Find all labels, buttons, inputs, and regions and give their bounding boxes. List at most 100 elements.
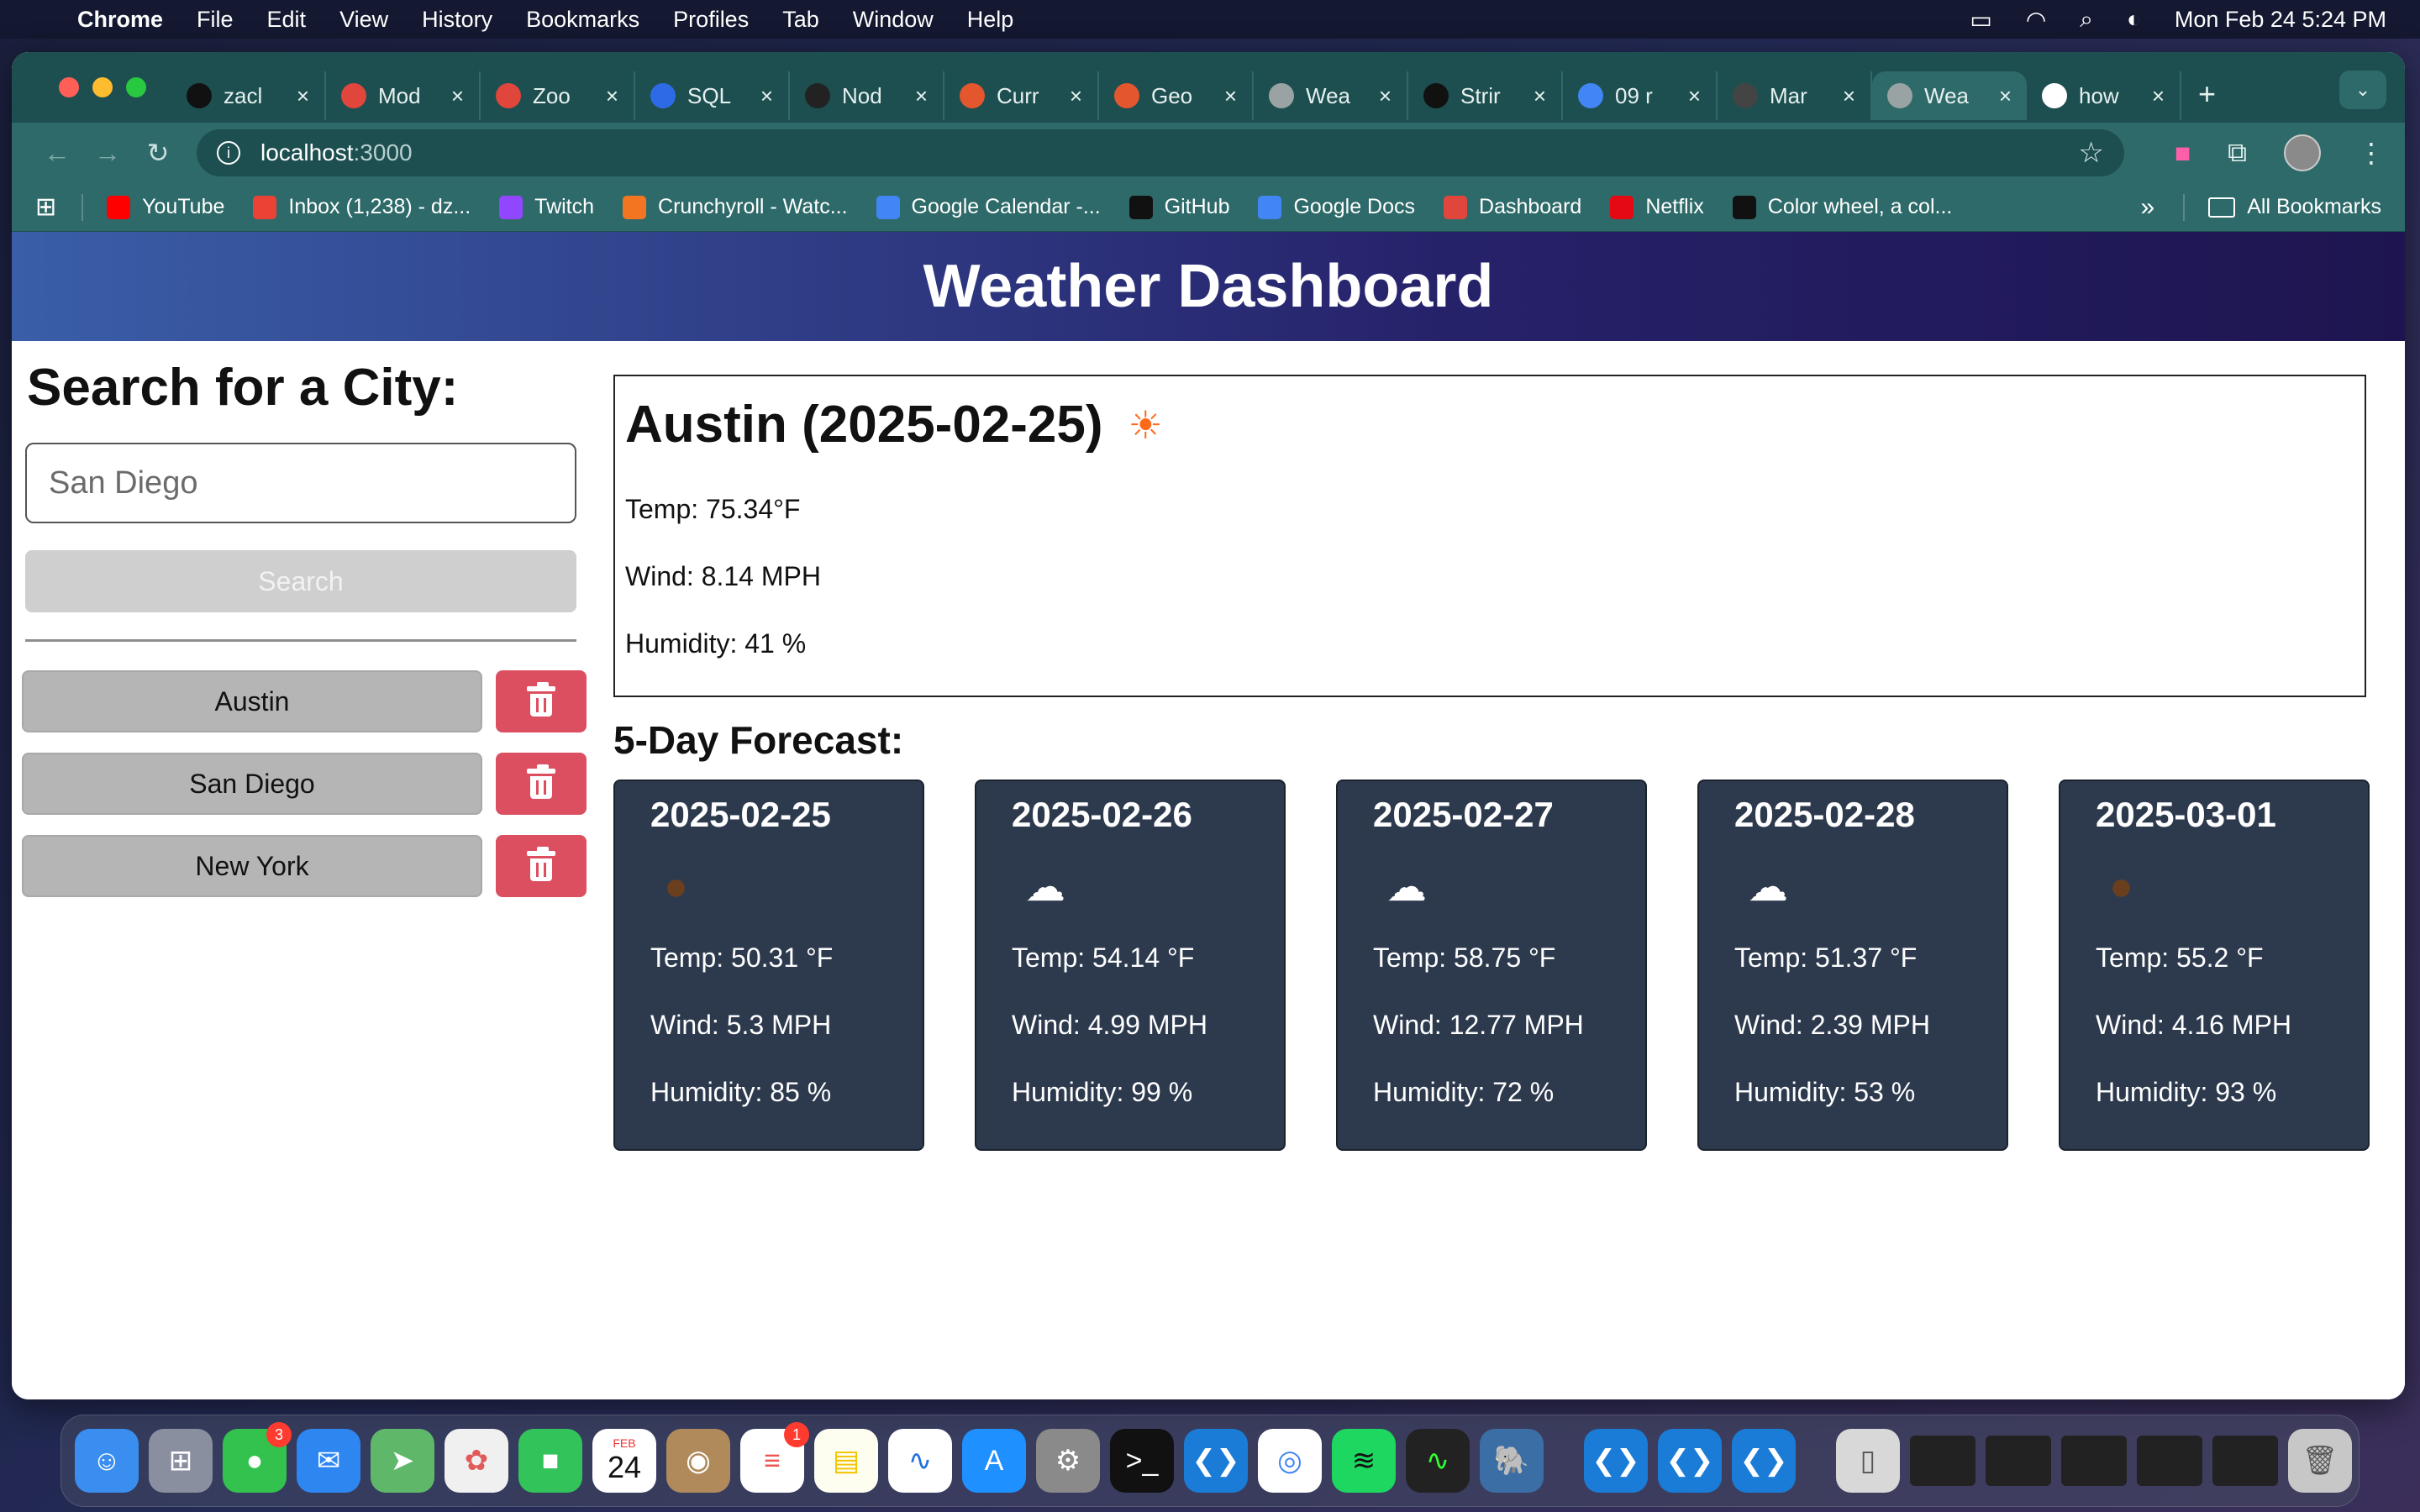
minimized-window-thumb[interactable]	[2137, 1436, 2202, 1486]
menu-profiles[interactable]: Profiles	[673, 7, 749, 33]
notes-icon[interactable]: ▤	[814, 1429, 878, 1493]
menubar-clock[interactable]: Mon Feb 24 5:24 PM	[2175, 7, 2386, 33]
menu-help[interactable]: Help	[967, 7, 1014, 33]
browser-tab[interactable]: Geo ×	[1099, 71, 1254, 120]
minimized-window-thumb[interactable]	[2212, 1436, 2278, 1486]
postgres-icon[interactable]: 🐘	[1480, 1429, 1544, 1493]
tab-close-icon[interactable]: ×	[1688, 83, 1701, 109]
vscode-window-icon-2[interactable]: ❮❯	[1658, 1429, 1722, 1493]
bookmark-star-icon[interactable]: ☆	[2078, 136, 2103, 170]
forward-button[interactable]: →	[82, 138, 133, 169]
bookmark-item[interactable]: Crunchyroll - Watc...	[623, 195, 848, 219]
trash-icon[interactable]: 🗑	[2288, 1429, 2352, 1493]
menu-edit[interactable]: Edit	[267, 7, 307, 33]
tab-close-icon[interactable]: ×	[451, 83, 464, 109]
wifi-icon[interactable]: ◠	[2026, 6, 2046, 34]
tab-close-icon[interactable]: ×	[606, 83, 618, 109]
history-city-button[interactable]: New York	[22, 835, 482, 897]
reload-button[interactable]: ↻	[133, 137, 183, 169]
tab-close-icon[interactable]: ×	[1224, 83, 1237, 109]
bookmark-item[interactable]: GitHub	[1128, 195, 1229, 219]
reminders-icon[interactable]: ≡ 1	[740, 1422, 809, 1493]
menu-bookmarks[interactable]: Bookmarks	[526, 7, 639, 33]
menu-file[interactable]: File	[197, 7, 234, 33]
extensions-puzzle-icon[interactable]: ⧉	[2228, 137, 2247, 169]
control-center-icon[interactable]: ◐	[2127, 6, 2141, 33]
freeform-icon[interactable]: ∿	[888, 1429, 952, 1493]
delete-city-button[interactable]	[496, 753, 587, 815]
browser-tab[interactable]: Mar ×	[1718, 71, 1872, 120]
chrome-menu-icon[interactable]: ⋮	[2358, 137, 2385, 169]
bookmark-item[interactable]: Twitch	[499, 195, 594, 219]
chrome-icon[interactable]: ◎	[1258, 1429, 1322, 1493]
more-bookmarks-chevron-icon[interactable]: »	[2141, 193, 2155, 222]
tab-close-icon[interactable]: ×	[297, 83, 309, 109]
minimized-window-thumb[interactable]	[1986, 1436, 2051, 1486]
tab-close-icon[interactable]: ×	[1534, 83, 1546, 109]
menu-app-chrome[interactable]: Chrome	[77, 7, 163, 33]
delete-city-button[interactable]	[496, 835, 587, 897]
all-bookmarks-button[interactable]: All Bookmarks	[2208, 195, 2381, 219]
browser-tab[interactable]: Curr ×	[944, 71, 1099, 120]
file-preview-icon[interactable]: ▯	[1836, 1429, 1900, 1493]
bookmark-item[interactable]: Google Docs	[1258, 195, 1415, 219]
spotify-icon[interactable]: ≋	[1332, 1429, 1396, 1493]
bookmark-item[interactable]: Google Calendar -...	[876, 195, 1101, 219]
activity-monitor-icon[interactable]: ∿	[1406, 1429, 1470, 1493]
calendar-icon[interactable]: FEB 24	[592, 1429, 656, 1493]
tab-close-icon[interactable]: ×	[915, 83, 928, 109]
tab-close-icon[interactable]: ×	[760, 83, 773, 109]
bookmark-item[interactable]: YouTube	[107, 195, 224, 219]
mail-icon[interactable]: ✉	[297, 1429, 360, 1493]
messages-icon[interactable]: ● 3	[223, 1422, 292, 1493]
menu-view[interactable]: View	[339, 7, 388, 33]
bookmark-item[interactable]: Dashboard	[1444, 195, 1581, 219]
minimize-window-button[interactable]	[92, 77, 113, 97]
bookmark-item[interactable]: Color wheel, a col...	[1732, 195, 1952, 219]
browser-tab[interactable]: SQL ×	[635, 71, 790, 120]
facetime-icon[interactable]: ■	[518, 1429, 582, 1493]
browser-tab[interactable]: 09 r ×	[1563, 71, 1718, 120]
spotlight-search-icon[interactable]: ⌕	[2080, 6, 2093, 34]
address-bar[interactable]: i localhost:3000 ☆	[197, 129, 2124, 176]
bookmark-item[interactable]: Netflix	[1610, 195, 1704, 219]
browser-tab[interactable]: Wea ×	[1254, 71, 1408, 120]
menu-tab[interactable]: Tab	[782, 7, 819, 33]
tab-search-button[interactable]: ⌄	[2339, 71, 2386, 109]
browser-tab[interactable]: Strir ×	[1408, 71, 1563, 120]
app-store-icon[interactable]: A	[962, 1429, 1026, 1493]
photos-icon[interactable]: ✿	[445, 1429, 508, 1493]
new-tab-button[interactable]: +	[2198, 76, 2216, 112]
tab-close-icon[interactable]: ×	[1379, 83, 1392, 109]
tab-close-icon[interactable]: ×	[1999, 83, 2012, 109]
tab-close-icon[interactable]: ×	[2152, 83, 2165, 109]
battery-icon[interactable]: ▭	[1970, 6, 1991, 34]
history-city-button[interactable]: Austin	[22, 670, 482, 732]
browser-tab[interactable]: zacl ×	[171, 71, 326, 120]
tab-close-icon[interactable]: ×	[1843, 83, 1855, 109]
minimized-window-thumb[interactable]	[1910, 1436, 1975, 1486]
browser-tab[interactable]: Nod ×	[790, 71, 944, 120]
launchpad-icon[interactable]: ⊞	[149, 1429, 213, 1493]
fullscreen-window-button[interactable]	[126, 77, 146, 97]
delete-city-button[interactable]	[496, 670, 587, 732]
browser-tab[interactable]: Mod ×	[326, 71, 481, 120]
tab-close-icon[interactable]: ×	[1070, 83, 1082, 109]
maps-icon[interactable]: ➤	[371, 1429, 434, 1493]
vscode-window-icon[interactable]: ❮❯	[1584, 1429, 1648, 1493]
vscode-window-icon-3[interactable]: ❮❯	[1732, 1429, 1796, 1493]
site-info-icon[interactable]: i	[217, 141, 240, 165]
minimized-window-thumb[interactable]	[2061, 1436, 2127, 1486]
back-button[interactable]: ←	[32, 138, 82, 169]
terminal-icon[interactable]: >_	[1110, 1429, 1174, 1493]
menu-window[interactable]: Window	[853, 7, 934, 33]
system-settings-icon[interactable]: ⚙	[1036, 1429, 1100, 1493]
finder-icon[interactable]: ☺	[75, 1429, 139, 1493]
menu-history[interactable]: History	[422, 7, 492, 33]
profile-avatar[interactable]	[2284, 134, 2321, 171]
browser-tab[interactable]: Wea ×	[1872, 71, 2027, 120]
screen-recorder-extension-icon[interactable]: ■	[2175, 138, 2191, 169]
apps-grid-icon[interactable]: ⊞	[35, 192, 56, 222]
close-window-button[interactable]	[59, 77, 79, 97]
contacts-icon[interactable]: ◉	[666, 1429, 730, 1493]
